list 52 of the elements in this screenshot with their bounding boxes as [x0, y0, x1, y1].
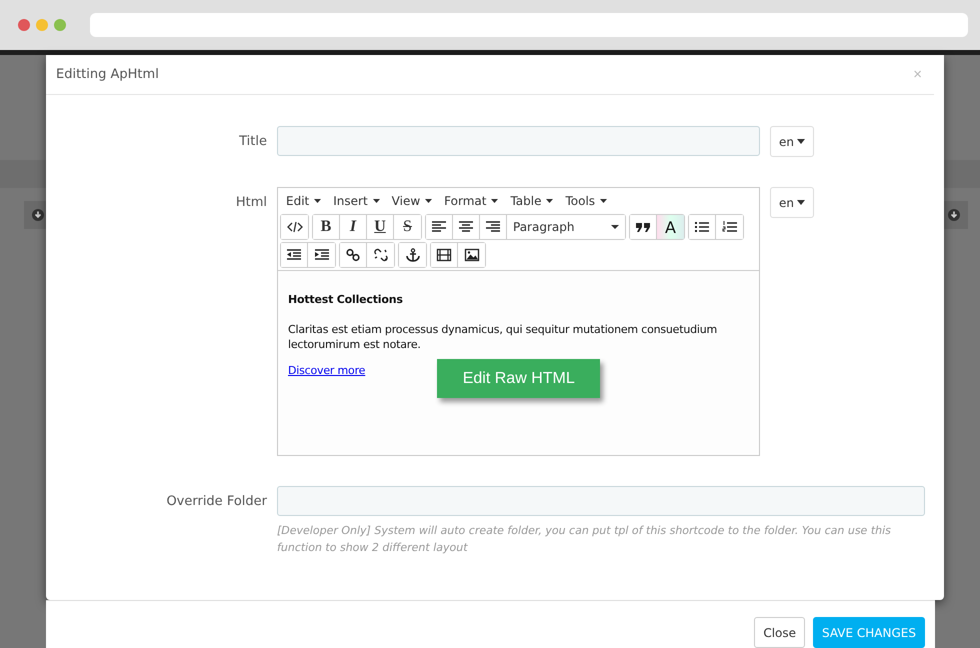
text-field[interactable] [277, 486, 925, 516]
caret-icon [491, 199, 498, 203]
caret-icon [372, 199, 380, 203]
maximize-window-dot[interactable] [54, 19, 66, 31]
menu-item[interactable]: Table [506, 192, 560, 210]
format-button[interactable]: B [313, 215, 340, 239]
toolbar-button[interactable] [399, 243, 426, 267]
code-icon [286, 220, 302, 234]
download-icon [947, 208, 961, 222]
toolbar-button[interactable] [431, 243, 458, 267]
content-link[interactable]: Discover more [288, 364, 366, 377]
content-heading: Hottest Collections [288, 293, 404, 306]
minimize-window-dot[interactable] [36, 19, 48, 31]
numbered-list-icon [722, 220, 738, 234]
menu-item[interactable]: Edit [282, 192, 328, 210]
bullet-list-icon [694, 220, 710, 234]
caret-icon [797, 139, 805, 144]
unlink-icon [372, 248, 388, 262]
indent-icon [314, 248, 330, 262]
field-label: Override Folder [165, 493, 268, 509]
caret-icon [314, 199, 322, 203]
close-button[interactable]: Close [754, 617, 806, 648]
toolbar-button[interactable] [630, 215, 657, 239]
download-icon [31, 208, 45, 222]
caret-icon [600, 199, 608, 203]
language-dropdown[interactable]: en [770, 187, 814, 218]
field-label: Html [234, 194, 268, 210]
content-paragraph: Claritas est etiam processus dynamicus, qui sequitur mutationem consuetudium lectorumirum est notare. [288, 322, 718, 352]
text-field[interactable] [277, 126, 760, 156]
text-color-button[interactable]: A [657, 215, 684, 239]
caret-icon [425, 199, 432, 203]
link-icon [345, 248, 361, 262]
quote-icon [635, 220, 651, 234]
caret-icon [546, 199, 554, 203]
toolbar-button[interactable] [689, 215, 716, 239]
film-icon [436, 248, 452, 262]
toolbar-button[interactable] [281, 215, 308, 239]
language-dropdown[interactable]: en [770, 126, 814, 157]
help-text: [Developer Only] System will auto create folder, you can put tpl of this shortcode to the folder. You can use this function to show 2 different layout [277, 523, 892, 556]
field-label: Title [238, 133, 268, 149]
outdent-icon [286, 248, 302, 262]
menu-item[interactable]: Insert [329, 192, 386, 210]
menu-item[interactable]: Format [440, 192, 504, 210]
close-window-dot[interactable] [18, 19, 30, 31]
caret-icon [797, 200, 805, 205]
anchor-icon [404, 248, 420, 262]
image-icon [464, 248, 480, 262]
dialog-title: Editting ApHtml [56, 67, 159, 82]
menu-item[interactable]: Tools [561, 192, 614, 210]
toolbar-button[interactable] [340, 243, 367, 267]
menu-item[interactable]: View [388, 192, 438, 210]
toolbar-button[interactable] [281, 243, 308, 267]
